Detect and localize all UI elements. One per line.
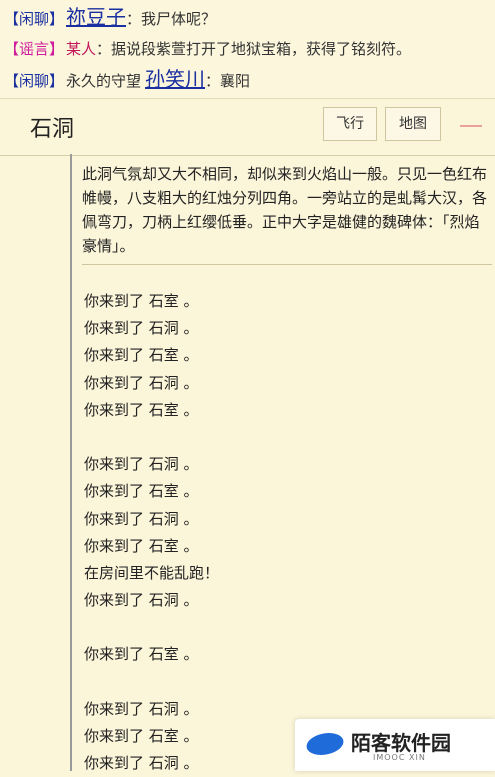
room-header: 石洞 飞行 地图 (0, 98, 495, 156)
chat-player-title: 永久的守望 (66, 72, 142, 90)
chat-player-name[interactable]: 祢豆子 (66, 5, 126, 29)
room-content: 此洞气氛却又大不相同，却似来到火焰山一般。只见一色红布帷幔，八支粗大的红烛分列四… (70, 154, 495, 772)
room-description: 此洞气氛却又大不相同，却似来到火焰山一般。只见一色红布帷幔，八支粗大的红烛分列四… (82, 162, 492, 265)
chat-line: 【谣言】 某人：据说段紫萱打开了地狱宝箱，获得了铭刻符。 (4, 38, 411, 60)
chat-panel: 【闲聊】 祢豆子：我尸体呢？ 【谣言】 某人：据说段紫萱打开了地狱宝箱，获得了铭刻符… (0, 0, 495, 98)
chat-message: 襄阳 (220, 72, 251, 90)
site-watermark: 陌客软件园 IMOOC XIN (295, 719, 495, 771)
chat-separator: ： (96, 40, 112, 58)
log-line: 你来到了 石洞 。 (84, 509, 199, 528)
room-title: 石洞 (30, 117, 75, 142)
chat-line: 【闲聊】 祢豆子：我尸体呢？ (4, 6, 216, 30)
map-button[interactable]: 地图 (385, 107, 441, 141)
log-line: 你来到了 石室 。 (84, 536, 199, 555)
log-line: 你来到了 石室 。 (84, 292, 199, 310)
chat-player-name[interactable]: 孙笑川 (145, 67, 205, 91)
chat-channel-tag[interactable]: 【谣言】 (4, 40, 64, 58)
log-line: 你来到了 石室 。 (84, 482, 199, 501)
log-line: 你来到了 石洞 。 (84, 591, 199, 610)
chat-player-name: 某人 (66, 40, 97, 58)
chat-line: 【闲聊】 永久的守望 孙笑川：襄阳 (4, 68, 250, 92)
log-line: 在房间里不能乱跑！ (84, 563, 220, 582)
log-line: 你来到了 石洞 。 (84, 319, 199, 338)
chat-channel-tag[interactable]: 【闲聊】 (4, 10, 64, 28)
chat-channel-tag[interactable]: 【闲聊】 (4, 72, 64, 90)
chat-message: 我尸体呢？ (141, 10, 217, 28)
chat-separator: ： (205, 72, 221, 90)
watermark-subtitle: IMOOC XIN (373, 753, 426, 762)
watermark-logo-icon (302, 733, 348, 755)
watermark-name: 陌客软件园 (351, 731, 451, 755)
log-line: 你来到了 石室 。 (84, 400, 199, 419)
log-line: 你来到了 石室 。 (84, 645, 199, 664)
log-line: 你来到了 石室 。 (84, 346, 199, 365)
chat-message: 据说段紫萱打开了地狱宝箱，获得了铭刻符。 (111, 40, 412, 58)
chat-separator: ： (126, 10, 142, 28)
message-log[interactable]: 你来到了 石室 。你来到了 石洞 。你来到了 石室 。你来到了 石洞 。你来到了… (84, 288, 484, 777)
log-line: 你来到了 石洞 。 (84, 373, 199, 392)
log-line: 你来到了 石洞 。 (84, 455, 199, 474)
collapse-icon[interactable] (460, 125, 482, 127)
fly-button[interactable]: 飞行 (323, 107, 377, 141)
